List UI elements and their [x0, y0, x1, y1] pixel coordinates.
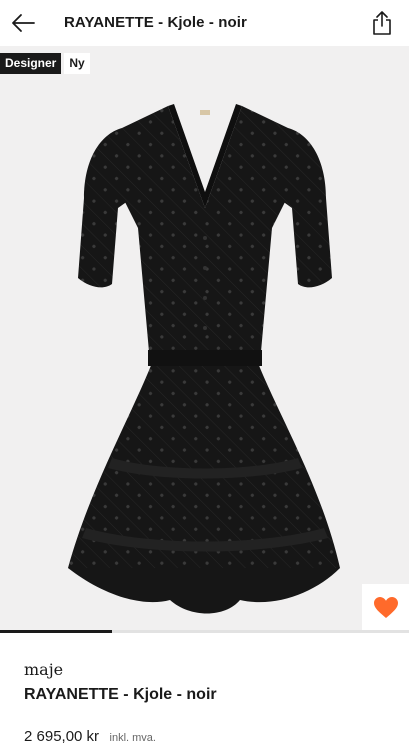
top-bar: RAYANETTE - Kjole - noir — [0, 0, 409, 46]
page-title: RAYANETTE - Kjole - noir — [64, 14, 247, 31]
new-badge: Ny — [64, 53, 90, 74]
price-row: 2 695,00 kr inkl. mva. — [24, 728, 156, 746]
favorite-button[interactable] — [362, 584, 409, 632]
back-button[interactable] — [6, 7, 40, 39]
badge-group: Designer Ny — [0, 53, 90, 74]
share-button[interactable] — [368, 8, 396, 38]
product-name: RAYANETTE - Kjole - noir — [24, 686, 217, 703]
price: 2 695,00 kr — [24, 728, 100, 745]
gallery-progress-indicator — [0, 630, 113, 633]
arrow-left-icon — [12, 14, 35, 32]
designer-badge: Designer — [0, 53, 62, 74]
vat-note: inkl. mva. — [109, 732, 156, 744]
product-image — [68, 104, 340, 614]
share-icon — [373, 11, 391, 35]
brand-name[interactable]: maje — [24, 660, 63, 679]
product-image-gallery[interactable]: Designer Ny — [0, 46, 409, 632]
heart-icon — [373, 597, 398, 618]
gallery-progress-bar — [0, 630, 409, 633]
